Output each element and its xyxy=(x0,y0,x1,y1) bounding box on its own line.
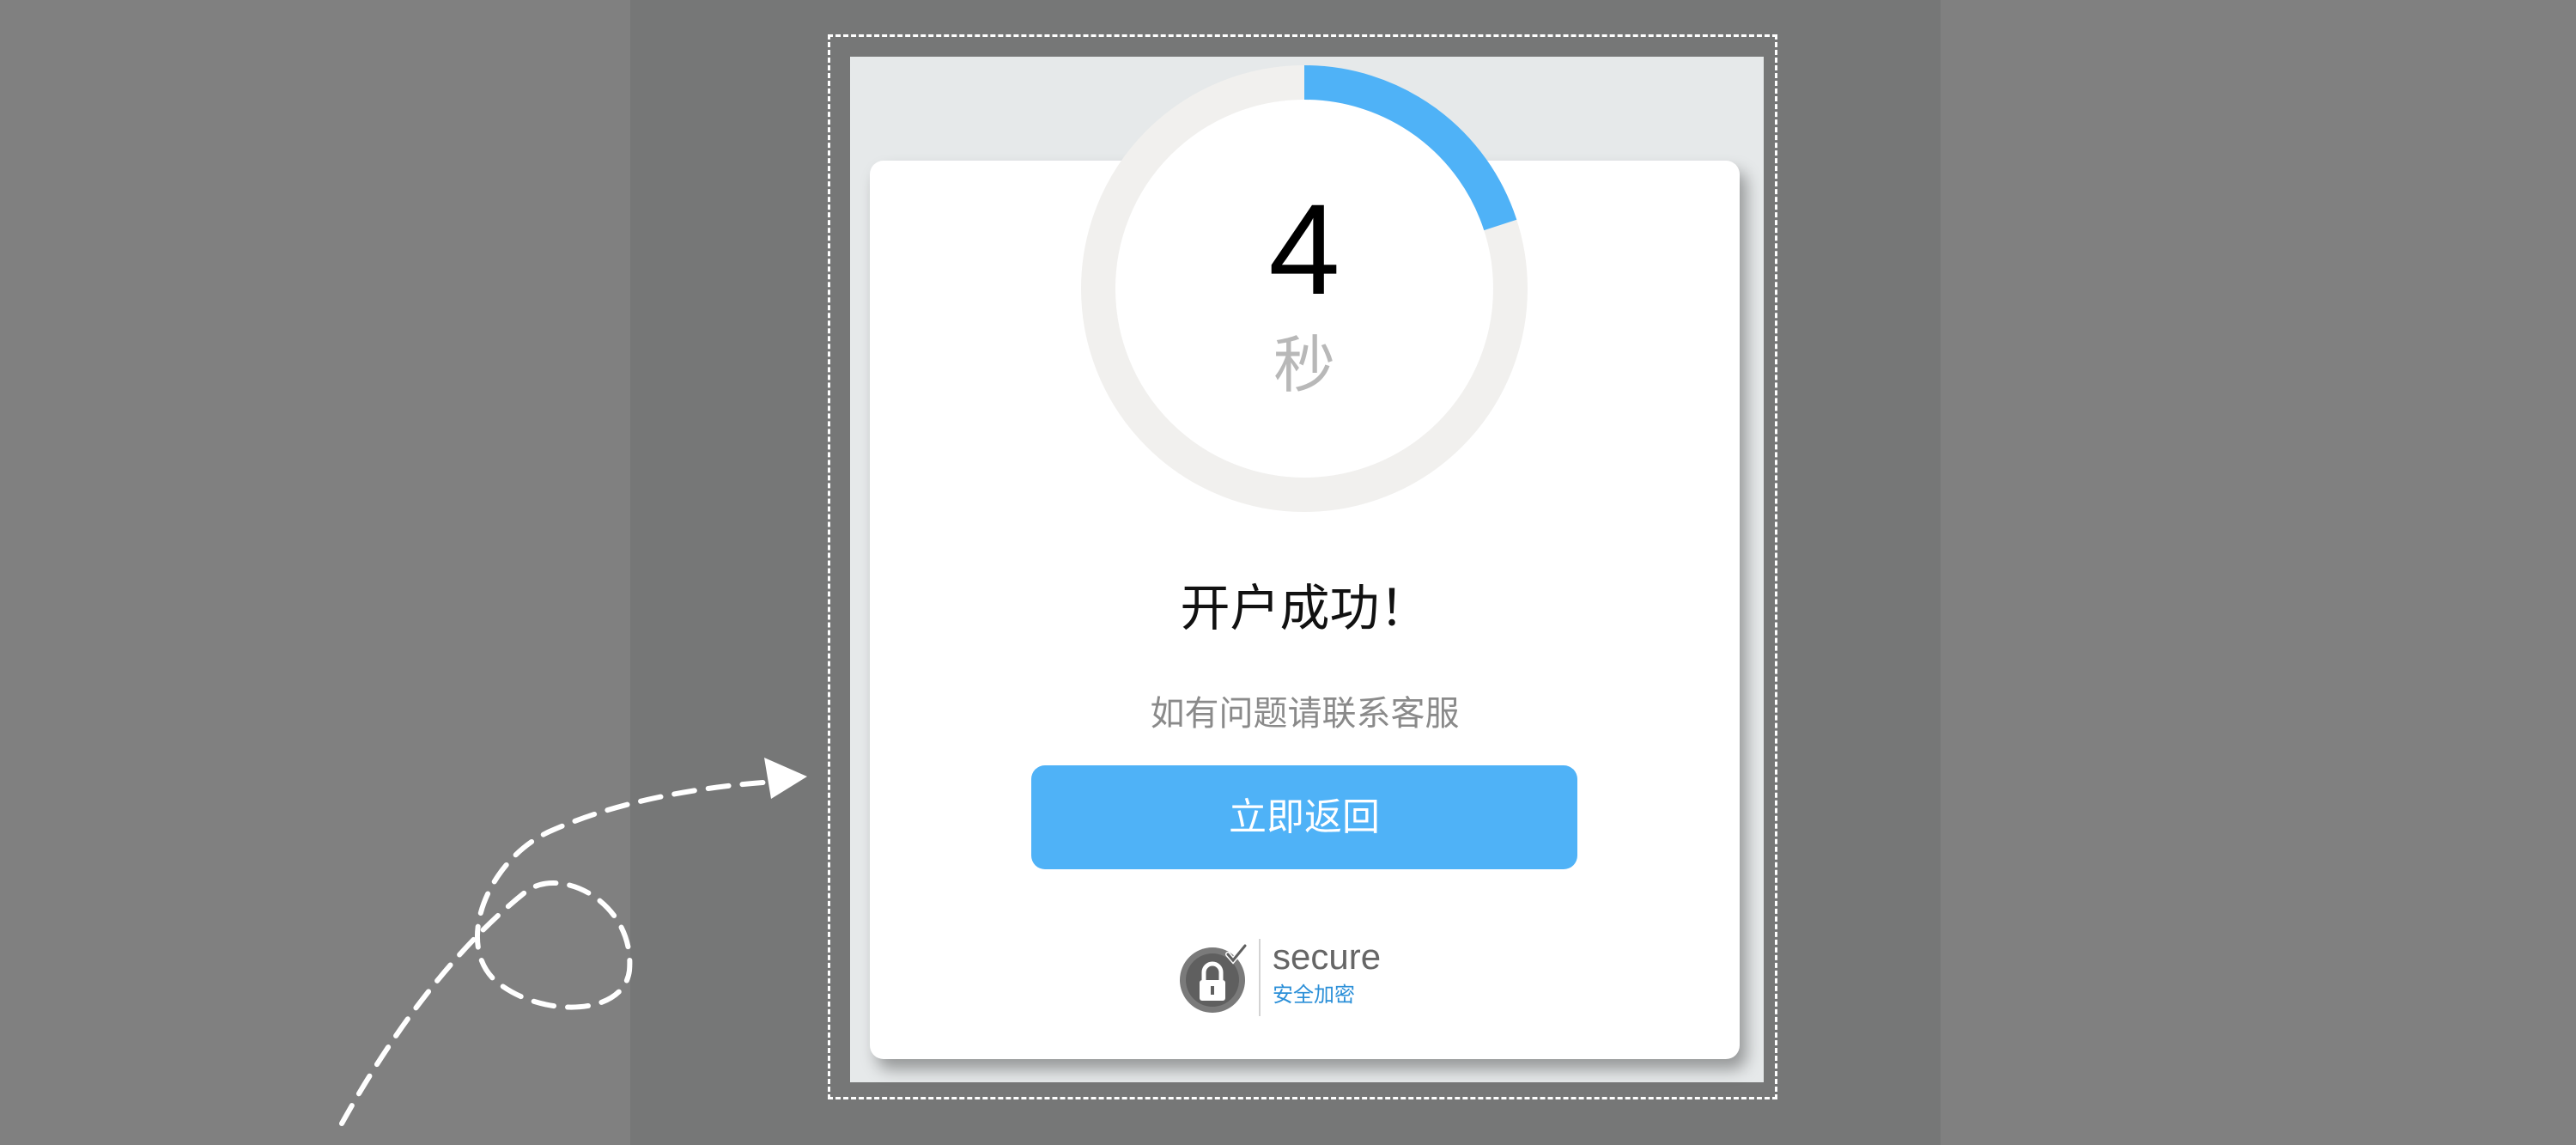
countdown-unit: 秒 xyxy=(1273,329,1335,401)
support-hint: 如有问题请联系客服 xyxy=(1150,694,1460,734)
return-now-button[interactable]: 立即返回 xyxy=(1031,765,1577,869)
lock-check-icon xyxy=(1180,943,1248,1013)
countdown-timer: 4 秒 xyxy=(1080,64,1528,513)
secure-label: secure xyxy=(1273,936,1382,977)
stage: 4 秒 开户成功！ 如有问题请联系客服 立即返回 secure 安全加密 xyxy=(0,0,2576,1145)
secure-sublabel: 安全加密 xyxy=(1273,983,1355,1007)
countdown-number: 4 xyxy=(1268,177,1340,321)
success-title: 开户成功！ xyxy=(1180,579,1430,637)
secure-badge: secure 安全加密 xyxy=(1178,936,1401,1018)
secure-divider xyxy=(1259,939,1261,1016)
